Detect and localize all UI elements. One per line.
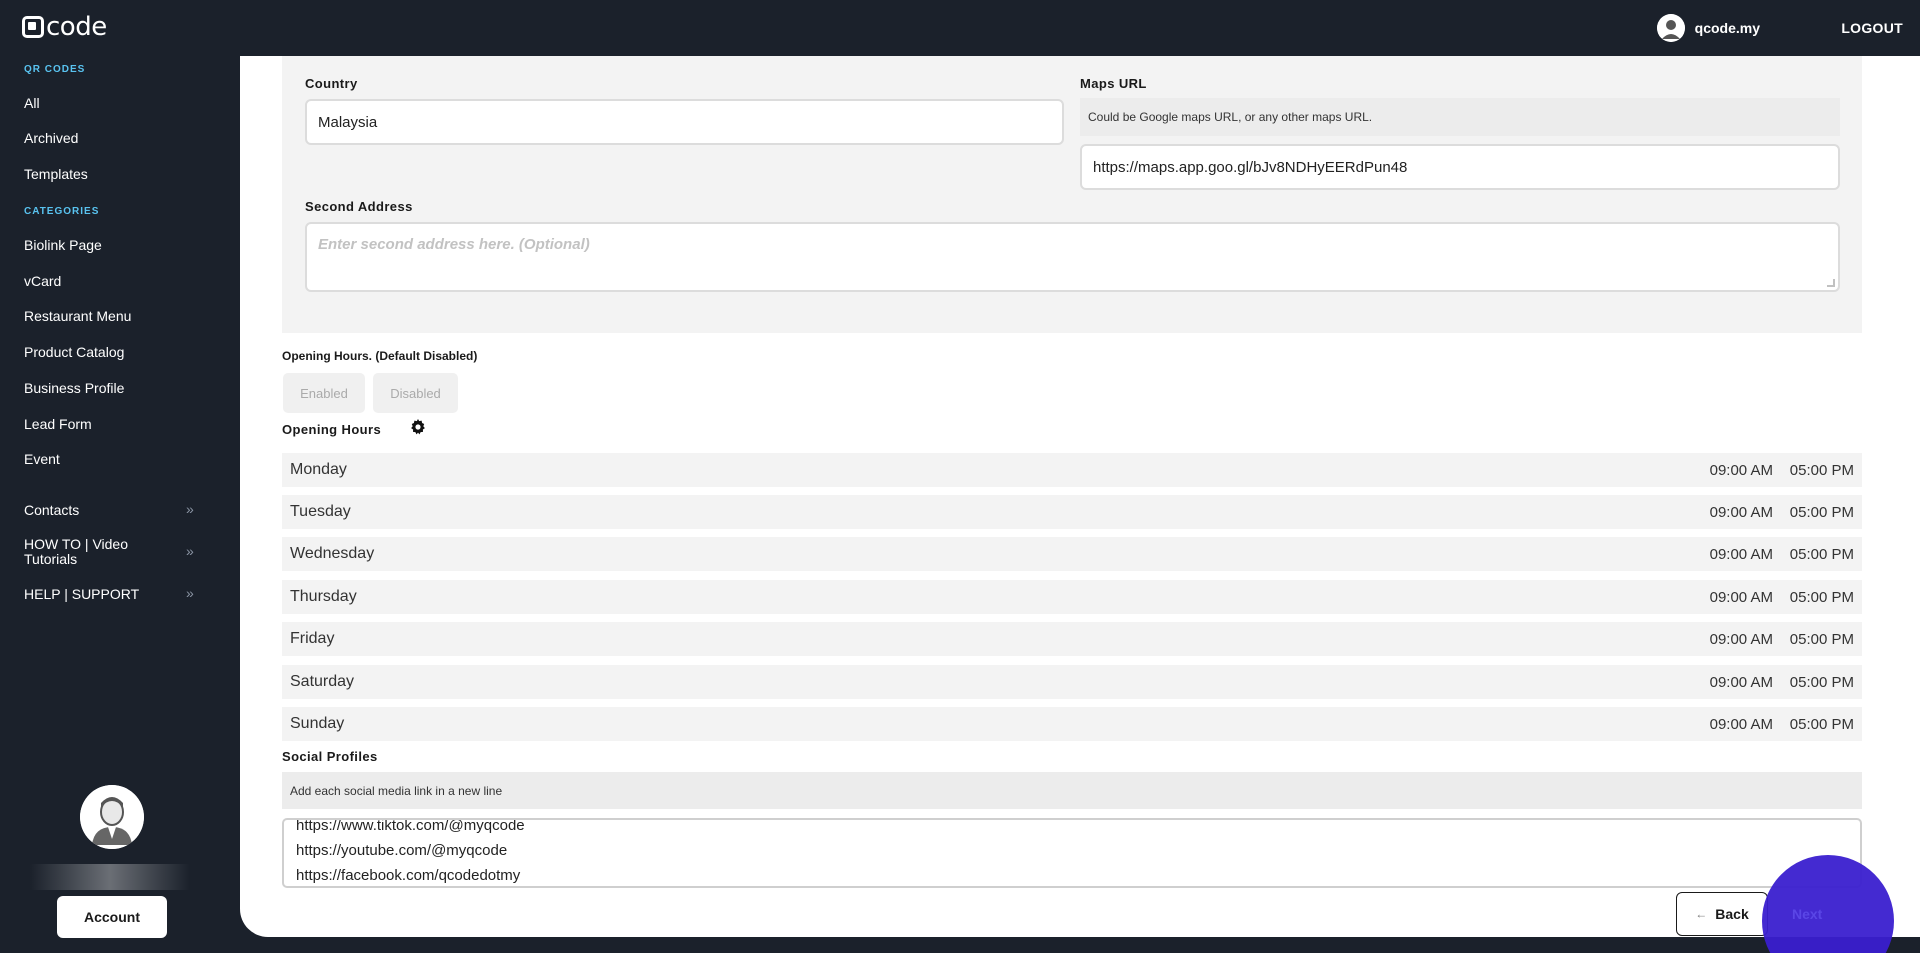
location-panel: Country Malaysia Maps URL Could be Googl…	[282, 56, 1862, 333]
country-input[interactable]: Malaysia	[305, 99, 1064, 145]
day-name: Tuesday	[290, 503, 351, 520]
close-time: 05:00 PM	[1789, 545, 1854, 563]
maps-url-input[interactable]: https://maps.app.goo.gl/bJv8NDHyEERdPun4…	[1080, 144, 1840, 190]
opening-hours-row-sunday[interactable]: Sunday 09:00 AM 05:00 PM	[282, 707, 1862, 741]
sidebar-item-help-support[interactable]: HELP | SUPPORT	[24, 586, 139, 602]
close-time: 05:00 PM	[1789, 588, 1854, 606]
maps-url-label: Maps URL	[1080, 76, 1147, 91]
chevron-double-right-icon: »	[186, 501, 194, 517]
social-link-line: https://youtube.com/@myqcode	[296, 842, 508, 859]
open-time: 09:00 AM	[1709, 461, 1773, 479]
open-time: 09:00 AM	[1709, 503, 1773, 521]
chevron-double-right-icon: »	[186, 585, 194, 601]
sidebar-item-restaurant-menu[interactable]: Restaurant Menu	[24, 308, 131, 324]
second-address-placeholder: Enter second address here. (Optional)	[318, 236, 590, 253]
sidebar-item-product-catalog[interactable]: Product Catalog	[24, 344, 124, 360]
account-name-blur	[30, 864, 190, 890]
opening-hours-row-friday[interactable]: Friday 09:00 AM 05:00 PM	[282, 622, 1862, 656]
section-label-categories: CATEGORIES	[24, 206, 100, 217]
day-name: Monday	[290, 461, 347, 478]
day-name: Wednesday	[290, 545, 375, 562]
chevron-double-right-icon: »	[186, 543, 194, 559]
logo-text: code	[46, 12, 107, 42]
opening-hours-title: Opening Hours	[282, 422, 382, 437]
sidebar-item-event[interactable]: Event	[24, 451, 60, 467]
qr-logo-icon	[22, 16, 44, 38]
user-avatar-icon	[1656, 14, 1685, 42]
back-button-label: Back	[1715, 906, 1749, 922]
sidebar-item-how-to[interactable]: HOW TO | Video Tutorials	[24, 537, 164, 567]
user-name: qcode.my	[1694, 20, 1760, 36]
section-label-qr-codes: QR CODES	[24, 64, 86, 75]
opening-hours-toggle-label: Opening Hours. (Default Disabled)	[282, 349, 478, 363]
gear-icon[interactable]	[410, 419, 426, 435]
logout-link[interactable]: LOGOUT	[1841, 20, 1903, 36]
sidebar-item-contacts[interactable]: Contacts	[24, 502, 79, 518]
maps-url-hint: Could be Google maps URL, or any other m…	[1080, 98, 1840, 136]
open-time: 09:00 AM	[1709, 588, 1773, 606]
sidebar-item-archived[interactable]: Archived	[24, 130, 78, 146]
social-link-line: https://facebook.com/qcodedotmy	[296, 867, 521, 884]
open-time: 09:00 AM	[1709, 545, 1773, 563]
user-menu[interactable]: qcode.my	[1656, 14, 1760, 42]
social-profiles-title: Social Profiles	[282, 749, 378, 764]
day-name: Thursday	[290, 588, 357, 605]
day-name: Friday	[290, 630, 335, 647]
enabled-button[interactable]: Enabled	[283, 373, 365, 413]
account-button[interactable]: Account	[57, 896, 167, 938]
sidebar-item-business-profile[interactable]: Business Profile	[24, 380, 124, 396]
close-time: 05:00 PM	[1789, 673, 1854, 691]
next-button-label[interactable]: Next	[1792, 906, 1822, 922]
day-name: Saturday	[290, 673, 355, 690]
second-address-label: Second Address	[305, 199, 413, 214]
social-profiles-hint: Add each social media link in a new line	[282, 772, 1862, 809]
main-content: Country Malaysia Maps URL Could be Googl…	[240, 56, 1920, 937]
second-address-textarea[interactable]: Enter second address here. (Optional)	[305, 222, 1840, 292]
close-time: 05:00 PM	[1789, 715, 1854, 733]
account-avatar	[80, 785, 144, 849]
open-time: 09:00 AM	[1709, 630, 1773, 648]
arrow-left-icon: ←	[1695, 907, 1708, 921]
sidebar-item-templates[interactable]: Templates	[24, 166, 88, 182]
close-time: 05:00 PM	[1789, 630, 1854, 648]
qcode-logo[interactable]: code	[22, 12, 107, 42]
top-bar: code qcode.my LOGOUT	[0, 0, 1920, 56]
opening-hours-row-thursday[interactable]: Thursday 09:00 AM 05:00 PM	[282, 580, 1862, 614]
sidebar: QR CODES All Archived Templates CATEGORI…	[0, 56, 240, 953]
day-name: Sunday	[290, 715, 345, 732]
back-button[interactable]: ← Back	[1676, 892, 1768, 936]
social-profiles-textarea[interactable]: https://www.tiktok.com/@myqcode https://…	[282, 818, 1862, 888]
sidebar-item-lead-form[interactable]: Lead Form	[24, 416, 92, 432]
opening-hours-row-saturday[interactable]: Saturday 09:00 AM 05:00 PM	[282, 665, 1862, 699]
resize-handle-icon[interactable]	[1827, 279, 1835, 287]
opening-hours-row-tuesday[interactable]: Tuesday 09:00 AM 05:00 PM	[282, 495, 1862, 529]
disabled-button[interactable]: Disabled	[373, 373, 458, 413]
opening-hours-row-monday[interactable]: Monday 09:00 AM 05:00 PM	[282, 453, 1862, 487]
sidebar-item-biolink-page[interactable]: Biolink Page	[24, 237, 102, 253]
social-link-line: https://www.tiktok.com/@myqcode	[296, 818, 525, 834]
country-label: Country	[305, 76, 358, 91]
open-time: 09:00 AM	[1709, 673, 1773, 691]
sidebar-item-vcard[interactable]: vCard	[24, 273, 61, 289]
close-time: 05:00 PM	[1789, 503, 1854, 521]
open-time: 09:00 AM	[1709, 715, 1773, 733]
sidebar-item-all[interactable]: All	[24, 95, 40, 111]
close-time: 05:00 PM	[1789, 461, 1854, 479]
opening-hours-row-wednesday[interactable]: Wednesday 09:00 AM 05:00 PM	[282, 537, 1862, 571]
